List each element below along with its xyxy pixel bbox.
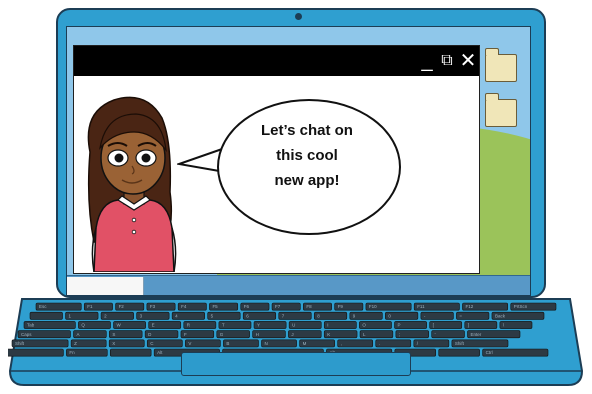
keyboard-key[interactable] [29,311,63,320]
keyboard-key-label: F [184,332,187,337]
chat-app-window: _ ⧉ ✕ Let’s chat on this cool new app! [73,45,480,274]
keyboard-key-label: F4 [181,304,187,309]
keyboard-key-label: Shift [15,341,25,346]
keyboard-key-label: F6 [244,304,250,309]
desktop-folder-icon[interactable] [484,93,517,127]
keyboard-key-label: I [327,323,328,328]
restore-button[interactable]: ⧉ [436,46,458,76]
minimize-button[interactable]: _ [416,46,438,76]
keyboard-key[interactable] [323,321,357,329]
keyboard-key-label: A [77,332,80,337]
keyboard-key-label: F2 [119,304,125,309]
keyboard-key-label: PrtScn [514,304,528,309]
keyboard-key[interactable] [499,321,533,329]
keyboard-key[interactable] [431,330,465,339]
keyboard-key-label: ' [435,332,436,337]
keyboard-key-label: = [459,313,462,318]
window-titlebar[interactable]: _ ⧉ ✕ [74,46,479,76]
keyboard-key-label: U [292,323,295,328]
keyboard-key-label: F9 [338,304,344,309]
keyboard-key-label: X [112,341,115,346]
keyboard-key-label: O [362,323,366,328]
desktop-screen: _ ⧉ ✕ Let’s chat on this cool new app! [66,26,531,296]
keyboard-key-label: F10 [369,304,377,309]
keyboard-key-label: , [341,341,342,346]
keyboard-key[interactable] [375,339,412,348]
keyboard-key-label: ; [399,332,400,337]
keyboard-key-label: Y [257,323,260,328]
touchpad[interactable] [181,352,411,376]
taskbar [67,275,530,295]
girl-character-illustration [87,96,177,272]
keyboard-key[interactable] [429,321,463,329]
keyboard-key-label: N [265,341,268,346]
keyboard-key-label: F8 [306,304,312,309]
speech-line-3: new app! [274,172,340,189]
keyboard-key-label: G [220,332,224,337]
keyboard-key-label: Esc [39,304,47,309]
desktop-folder-icon[interactable] [484,48,517,82]
keyboard-key-label: Ctrl [486,350,493,355]
keyboard-key-label: . [379,341,380,346]
keyboard-key-label: Shift [455,341,465,346]
keyboard-key[interactable] [438,348,480,357]
keyboard-key-label: K [327,332,330,337]
keyboard-key-label: Z [74,341,77,346]
keyboard-key[interactable] [8,348,64,357]
keyboard-key-label: Alt [157,350,163,355]
keyboard-key-label: P [398,323,401,328]
keyboard-key-label: Back [495,313,506,318]
keyboard-key-label: Q [81,323,85,328]
keyboard-key-label: Fn [69,350,75,355]
keyboard-key-label: F11 [417,304,425,309]
close-button[interactable]: ✕ [457,46,479,76]
keyboard-key-label: T [222,323,225,328]
keyboard-key[interactable] [109,348,152,357]
keyboard-key[interactable] [337,339,374,348]
keyboard-key-label: F3 [150,304,156,309]
keyboard-key[interactable] [413,339,450,348]
speech-bubble-text: Let’s chat on this cool new app! [222,118,392,193]
keyboard-key-label: S [112,332,115,337]
keyboard-key-label: Caps [21,332,32,337]
keyboard-key-label: E [152,323,155,328]
keyboard-key-label: V [188,341,191,346]
speech-line-1: Let’s chat on [261,122,353,139]
webcam [295,13,302,20]
keyboard-key-label: F12 [465,304,473,309]
keyboard-key-label: ] [468,323,469,328]
keyboard-key-label: B [226,341,229,346]
keyboard-key-label: M [303,341,307,346]
taskbar-app-button[interactable] [67,277,144,295]
keyboard-key-label: H [256,332,259,337]
keyboard-key[interactable] [395,330,429,339]
keyboard-key-label: F5 [212,304,218,309]
keyboard-key-label: Tab [27,323,35,328]
keyboard-key-label: F1 [87,304,93,309]
keyboard-key[interactable] [464,321,498,329]
keyboard-key-label: J [291,332,293,337]
keyboard-key-label: F7 [275,304,281,309]
laptop: Esc F1 F2 F3 F4 F5 F6 F7 F8 F9 F10 F11 F12 PrtScn 1 2 3 4… [0,0,592,394]
keyboard-key-label: W [117,323,122,328]
keyboard-key-label: Enter [470,332,481,337]
keyboard-key[interactable] [420,311,454,320]
speech-line-2: this cool [276,147,338,164]
